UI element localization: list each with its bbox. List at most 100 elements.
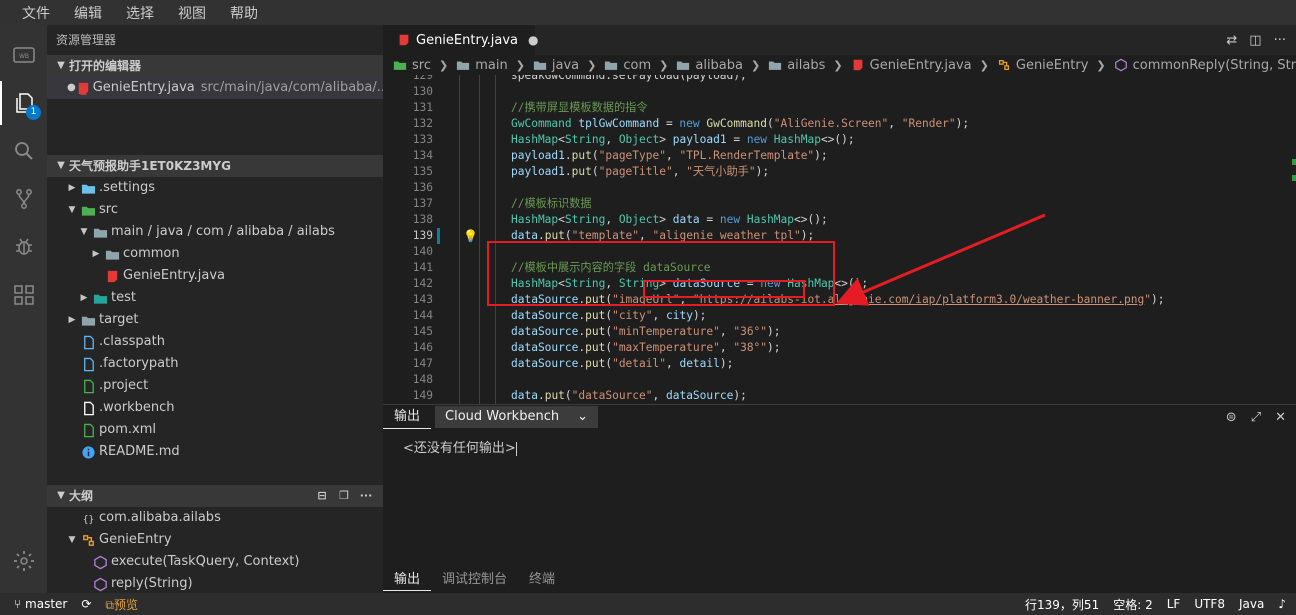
menu-help[interactable]: 帮助 bbox=[218, 3, 270, 23]
code-line[interactable]: 148 bbox=[383, 372, 1296, 388]
code-line[interactable]: 144 dataSource.put("city", city); bbox=[383, 308, 1296, 324]
tree-item[interactable]: ▶ .settings bbox=[47, 177, 383, 199]
code-token: data bbox=[672, 213, 700, 226]
tab-debug-console[interactable]: 调试控制台 bbox=[431, 569, 518, 591]
encoding[interactable]: UTF8 bbox=[1194, 597, 1225, 611]
code-editor[interactable]: 129 speakGwCommand.setPayload(payload); 13… bbox=[383, 75, 1296, 429]
tree-item[interactable]: .workbench bbox=[47, 397, 383, 419]
code-line[interactable]: 133 HashMap<String, Object> payload1 = ne… bbox=[383, 132, 1296, 148]
code-line[interactable]: 131 //携带屏显模板数据的指令 bbox=[383, 100, 1296, 116]
debug-icon[interactable] bbox=[0, 225, 47, 269]
breadcrumb-item[interactable]: src bbox=[412, 58, 431, 73]
source-control-icon[interactable] bbox=[0, 177, 47, 221]
menu-file[interactable]: 文件 bbox=[10, 3, 62, 23]
tree-item[interactable]: .factorypath bbox=[47, 353, 383, 375]
menu-selection[interactable]: 选择 bbox=[114, 3, 166, 23]
dirty-dot-icon[interactable]: ● bbox=[67, 77, 76, 99]
more-actions-icon[interactable]: ··· bbox=[1274, 33, 1286, 48]
tree-item[interactable]: reply(String) bbox=[47, 573, 383, 593]
tree-item[interactable]: ▼ main / java / com / alibaba / ailabs bbox=[47, 221, 383, 243]
code-line[interactable]: 136 bbox=[383, 180, 1296, 196]
tree-item[interactable]: ▶ common bbox=[47, 243, 383, 265]
code-line[interactable]: 146 dataSource.put("maxTemperature", "38°… bbox=[383, 340, 1296, 356]
code-token: "city" bbox=[612, 309, 653, 322]
breadcrumb-item[interactable]: ailabs bbox=[787, 58, 825, 73]
breadcrumb-item[interactable]: alibaba bbox=[695, 58, 743, 73]
tree-item[interactable]: ▶ test bbox=[47, 287, 383, 309]
close-panel-icon[interactable]: ✕ bbox=[1275, 410, 1286, 425]
tree-item[interactable]: ▼ src bbox=[47, 199, 383, 221]
tree-item[interactable]: execute(TaskQuery, Context) bbox=[47, 551, 383, 573]
code-line[interactable]: 135 payload1.put("pageTitle", "天气小助手"); bbox=[383, 164, 1296, 180]
tab-terminal[interactable]: 终端 bbox=[518, 569, 566, 591]
unsaved-dot-icon[interactable]: ● bbox=[528, 33, 538, 47]
code-token: payload1 bbox=[511, 165, 565, 178]
tree-item-label: .workbench bbox=[99, 400, 175, 415]
chevron-right-icon: ❯ bbox=[438, 58, 449, 72]
explorer-icon[interactable]: 1 bbox=[0, 81, 47, 125]
settings-gear-icon[interactable] bbox=[0, 539, 47, 583]
breadcrumb-item[interactable]: commonReply(String, String, String) bbox=[1133, 58, 1296, 73]
menu-edit[interactable]: 编辑 bbox=[62, 3, 114, 23]
sync-icon[interactable]: ⟳ bbox=[81, 597, 91, 611]
tab-output[interactable]: 输出 bbox=[383, 405, 432, 429]
open-editors-header[interactable]: ▼ 打开的编辑器 bbox=[47, 55, 383, 77]
output-empty-message: <还没有任何输出> bbox=[403, 441, 516, 456]
code-line[interactable]: 134 payload1.put("pageType", "TPL.RenderT… bbox=[383, 148, 1296, 164]
maximize-panel-icon[interactable]: ⤢ bbox=[1251, 410, 1261, 425]
tree-item[interactable]: README.md bbox=[47, 441, 383, 463]
code-line[interactable]: 132 GwCommand tplGwCommand = new GwComman… bbox=[383, 116, 1296, 132]
sidebar-title: 资源管理器 bbox=[56, 33, 117, 47]
tree-item[interactable]: .project bbox=[47, 375, 383, 397]
language-mode[interactable]: Java bbox=[1239, 597, 1264, 611]
chevron-right-icon: ▶ bbox=[68, 315, 76, 325]
compare-icon[interactable]: ⇄ bbox=[1226, 33, 1237, 48]
tab-output[interactable]: 输出 bbox=[383, 569, 432, 591]
git-branch[interactable]: ⑂ master bbox=[14, 597, 67, 611]
editor-tab[interactable]: GenieEntry.java ● bbox=[383, 25, 539, 55]
breadcrumb-item[interactable]: java bbox=[552, 58, 579, 73]
code-token: Object bbox=[618, 213, 660, 226]
tree-item[interactable]: GenieEntry.java bbox=[47, 265, 383, 287]
code-line[interactable]: 147 dataSource.put("detail", detail); bbox=[383, 356, 1296, 372]
workbench-logo-icon[interactable]: WB bbox=[0, 33, 47, 77]
collapse-all-icon[interactable]: ⊟ bbox=[315, 489, 329, 503]
tree-item[interactable]: ▼ GenieEntry bbox=[47, 529, 383, 551]
breadcrumb-item[interactable]: GenieEntry bbox=[1016, 58, 1089, 73]
tree-item[interactable]: ▶ target bbox=[47, 309, 383, 331]
breadcrumb-item[interactable]: GenieEntry.java bbox=[870, 58, 972, 73]
code-line[interactable]: 137 //模板标识数据 bbox=[383, 196, 1296, 212]
project-header[interactable]: ▼ 天气预报助手1ET0KZ3MYG bbox=[47, 155, 383, 177]
tree-item[interactable]: .classpath bbox=[47, 331, 383, 353]
menu-view[interactable]: 视图 bbox=[166, 3, 218, 23]
code-token: ); bbox=[814, 149, 828, 162]
output-channel-select[interactable]: Cloud Workbench ⌄ bbox=[435, 406, 598, 428]
code-token: , bbox=[652, 309, 666, 322]
indentation[interactable]: 空格: 2 bbox=[1113, 596, 1153, 613]
outline-header[interactable]: ▼ 大纲 ⊟ ❐ ··· bbox=[47, 485, 383, 507]
lock-output-icon[interactable]: ⊜ bbox=[1226, 410, 1237, 425]
tree-item[interactable]: pom.xml bbox=[47, 419, 383, 441]
split-editor-icon[interactable]: ◫ bbox=[1249, 33, 1261, 48]
line-number: 132 bbox=[412, 117, 433, 130]
preview-button[interactable]: ⧉预览 bbox=[105, 596, 138, 613]
breadcrumb-item[interactable]: main bbox=[475, 58, 507, 73]
end-of-line[interactable]: LF bbox=[1167, 597, 1181, 611]
lightbulb-icon[interactable]: 💡 bbox=[463, 228, 478, 244]
copy-icon[interactable]: ❐ bbox=[337, 489, 351, 503]
breadcrumb-item[interactable]: com bbox=[623, 58, 651, 73]
code-line[interactable]: 145 dataSource.put("minTemperature", "36°… bbox=[383, 324, 1296, 340]
chevron-down-icon: ▼ bbox=[57, 490, 65, 501]
code-token: . bbox=[564, 165, 572, 178]
more-icon[interactable]: ··· bbox=[359, 489, 373, 503]
open-editor-item[interactable]: ● GenieEntry.java src/main/java/com/alib… bbox=[47, 77, 383, 99]
code-line[interactable]: 149 data.put("dataSource", dataSource); bbox=[383, 388, 1296, 404]
code-token: put bbox=[571, 149, 592, 162]
cursor-position[interactable]: 行139，列51 bbox=[1025, 596, 1099, 613]
notifications-icon[interactable]: ♪ bbox=[1278, 597, 1286, 611]
search-icon[interactable] bbox=[0, 129, 47, 173]
extensions-icon[interactable] bbox=[0, 273, 47, 317]
tree-item[interactable]: {} com.alibaba.ailabs bbox=[47, 507, 383, 529]
code-line[interactable]: 129 speakGwCommand.setPayload(payload); bbox=[383, 75, 1296, 84]
code-line[interactable]: 130 bbox=[383, 84, 1296, 100]
